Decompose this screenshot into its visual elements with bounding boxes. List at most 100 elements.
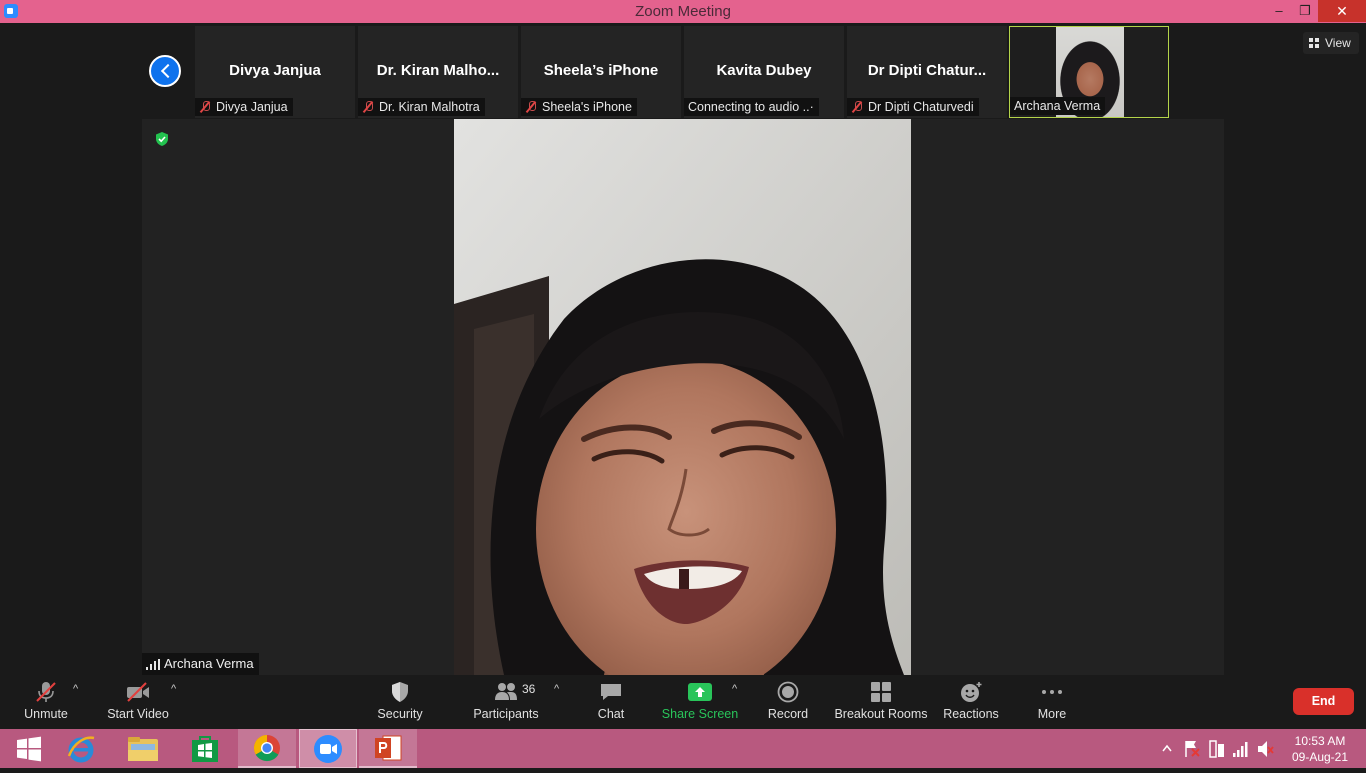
active-speaker-view: Archana Verma — [142, 119, 1224, 675]
start-button[interactable] — [0, 729, 58, 768]
ellipsis-icon — [1042, 690, 1062, 694]
participant-tile[interactable]: Divya Janjua Divya Janjua — [195, 26, 355, 118]
participant-label: Dr Dipti Chaturvedi — [847, 98, 979, 116]
shield-icon — [392, 682, 408, 702]
active-speaker-name-label: Archana Verma — [142, 653, 259, 675]
store-icon — [192, 735, 218, 762]
participant-label: Sheela's iPhone — [521, 98, 637, 116]
signal-bars-icon — [1233, 742, 1248, 757]
participant-tile[interactable]: Sheela’s iPhone Sheela's iPhone — [521, 26, 681, 118]
tray-volume[interactable] — [1256, 729, 1274, 768]
connection-signal-icon — [146, 659, 160, 670]
show-hidden-icons-button[interactable] — [1160, 729, 1174, 768]
zoom-icon — [314, 734, 342, 763]
close-button[interactable]: ✕ — [1318, 0, 1366, 22]
mic-muted-icon — [362, 101, 374, 113]
speaker-video-image — [454, 119, 911, 675]
taskbar-store[interactable] — [176, 729, 234, 768]
unmute-label: Unmute — [24, 707, 68, 721]
unmute-button[interactable]: Unmute — [14, 675, 78, 729]
encryption-shield-icon[interactable] — [154, 131, 170, 147]
maximize-button[interactable]: ❐ — [1292, 0, 1318, 22]
people-icon — [495, 683, 517, 700]
taskbar-zoom[interactable] — [299, 729, 357, 768]
title-bar: Zoom Meeting – ❐ ✕ — [0, 0, 1366, 23]
tray-action-center[interactable] — [1182, 729, 1202, 768]
view-grid-icon — [1309, 38, 1319, 48]
clock-time: 10:53 AM — [1294, 734, 1346, 748]
device-icon — [1209, 740, 1224, 758]
reactions-button[interactable]: Reactions — [940, 675, 1002, 729]
participant-name: Dr Dipti Chatur... — [867, 62, 987, 79]
internet-explorer-icon — [67, 735, 95, 762]
volume-muted-icon — [1258, 741, 1274, 757]
video-options-caret[interactable]: ^ — [171, 684, 181, 695]
participant-label: Connecting to audio ..· — [684, 98, 819, 116]
participants-options-caret[interactable]: ^ — [554, 684, 564, 695]
window-title: Zoom Meeting — [635, 3, 731, 20]
participant-label: Archana Verma — [1010, 97, 1106, 115]
audio-options-caret[interactable]: ^ — [73, 684, 83, 695]
breakout-rooms-label: Breakout Rooms — [834, 707, 928, 721]
participant-tile[interactable]: Dr. Kiran Malho... Dr. Kiran Malhotra — [358, 26, 518, 118]
participants-label: Participants — [473, 707, 539, 721]
taskbar-file-explorer[interactable] — [114, 729, 172, 768]
previous-page-button[interactable] — [149, 55, 181, 87]
participant-label: Dr. Kiran Malhotra — [358, 98, 485, 116]
record-label: Record — [767, 707, 809, 721]
participant-tile-active-speaker[interactable]: Archana Verma — [1009, 26, 1169, 118]
breakout-rooms-button[interactable]: Breakout Rooms — [834, 675, 928, 729]
participant-name: Kavita Dubey — [716, 62, 812, 79]
view-button-label: View — [1325, 36, 1351, 50]
video-off-icon — [127, 682, 149, 702]
minimize-button[interactable]: – — [1266, 0, 1292, 22]
flag-error-icon — [1185, 741, 1200, 757]
security-label: Security — [377, 707, 423, 721]
more-label: More — [1037, 707, 1067, 721]
taskbar-internet-explorer[interactable] — [52, 729, 110, 768]
taskbar-powerpoint[interactable] — [359, 729, 417, 768]
meeting-area: View Divya Janjua Divya Janjua Dr. Kiran… — [0, 23, 1366, 675]
more-button[interactable]: More — [1026, 675, 1078, 729]
clock-date: 09-Aug-21 — [1291, 750, 1349, 764]
folder-icon — [128, 736, 158, 761]
windows-taskbar: 10:53 AM 09-Aug-21 — [0, 729, 1366, 768]
start-video-label: Start Video — [107, 707, 169, 721]
powerpoint-icon — [375, 735, 402, 760]
share-screen-button[interactable]: Share Screen — [660, 675, 740, 729]
reactions-label: Reactions — [943, 707, 999, 721]
end-meeting-button[interactable]: End — [1293, 688, 1354, 715]
share-arrow-icon — [688, 683, 712, 701]
chat-bubble-icon — [601, 684, 621, 700]
breakout-rooms-icon — [871, 682, 891, 702]
participants-count: 36 — [522, 682, 536, 696]
participant-name: Divya Janjua — [229, 62, 321, 79]
chevron-up-icon — [1162, 744, 1172, 752]
mic-off-icon — [36, 682, 56, 702]
share-screen-label: Share Screen — [661, 707, 739, 721]
mic-muted-icon — [525, 101, 537, 113]
record-button[interactable]: Record — [762, 675, 814, 729]
taskbar-clock[interactable]: 10:53 AM 09-Aug-21 — [1280, 733, 1360, 765]
meeting-controls: Unmute ^ Start Video ^ Security Particip… — [0, 675, 1366, 729]
tray-device[interactable] — [1208, 729, 1226, 768]
share-options-caret[interactable]: ^ — [732, 684, 742, 695]
record-icon — [777, 681, 799, 703]
speaker-video — [454, 119, 911, 675]
view-button[interactable]: View — [1303, 32, 1359, 54]
windows-logo-icon — [17, 736, 41, 761]
participant-name: Sheela’s iPhone — [543, 62, 659, 79]
chrome-icon — [253, 734, 280, 761]
taskbar-chrome[interactable] — [238, 729, 296, 768]
mic-muted-icon — [851, 101, 863, 113]
chat-label: Chat — [597, 707, 625, 721]
participant-tile[interactable]: Dr Dipti Chatur... Dr Dipti Chaturvedi — [847, 26, 1007, 118]
mic-muted-icon — [199, 101, 211, 113]
tray-network[interactable] — [1232, 729, 1250, 768]
chat-button[interactable]: Chat — [586, 675, 636, 729]
smiley-plus-icon — [961, 682, 982, 702]
participant-name: Dr. Kiran Malho... — [376, 62, 500, 79]
start-video-button[interactable]: Start Video — [104, 675, 172, 729]
security-button[interactable]: Security — [368, 675, 432, 729]
participant-tile[interactable]: Kavita Dubey Connecting to audio ..· — [684, 26, 844, 118]
